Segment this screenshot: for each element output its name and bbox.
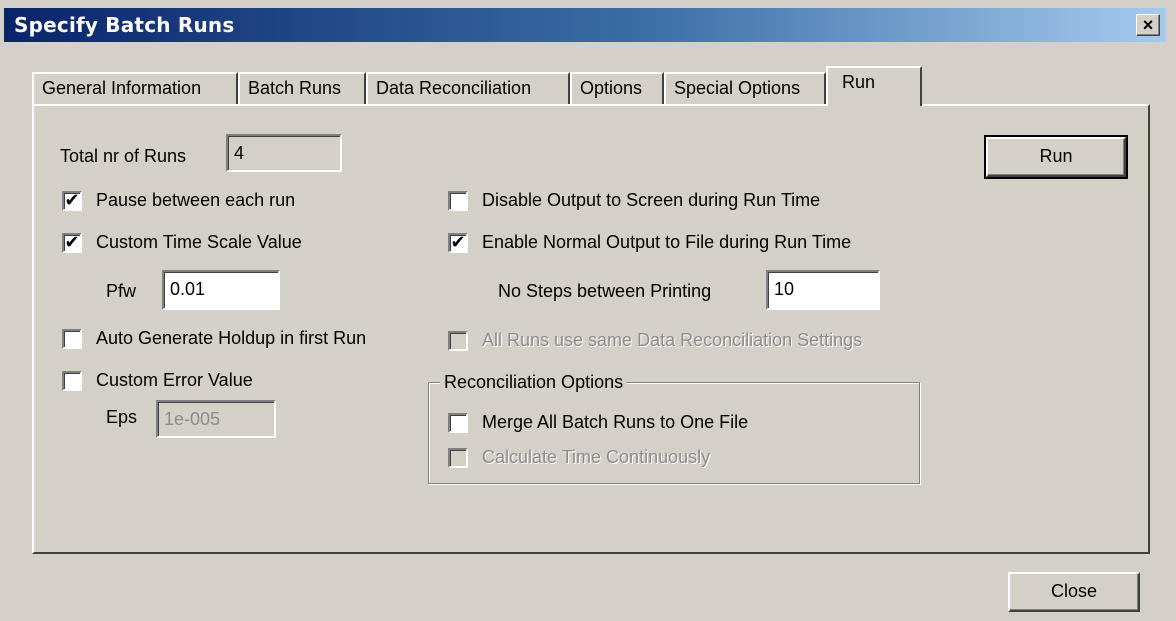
disable-output-checkbox[interactable]	[448, 191, 468, 211]
tab-label: Options	[580, 78, 643, 98]
close-button[interactable]: Close	[1008, 572, 1140, 612]
tab-label: Batch Runs	[248, 78, 342, 98]
reconciliation-options-group	[428, 382, 920, 484]
auto-holdup-checkbox[interactable]	[62, 329, 82, 349]
total-runs-label: Total nr of Runs	[60, 146, 187, 166]
run-button[interactable]: Run	[984, 135, 1128, 179]
calculate-continuous-checkbox[interactable]	[448, 448, 468, 468]
window-title: Specify Batch Runs	[14, 13, 235, 37]
eps-input[interactable]: 1e-005	[156, 400, 276, 438]
tab-options[interactable]: Options	[570, 72, 664, 104]
custom-error-checkbox[interactable]	[62, 371, 82, 391]
merge-runs-checkbox[interactable]	[448, 413, 468, 433]
auto-holdup-label: Auto Generate Holdup in first Run	[96, 328, 367, 348]
close-window-icon[interactable]: ×	[1136, 14, 1160, 36]
same-settings-label: All Runs use same Data Reconciliation Se…	[482, 330, 863, 350]
pfw-input[interactable]: 0.01	[162, 270, 280, 310]
total-runs-field: 4	[226, 134, 342, 172]
tab-data-reconciliation[interactable]: Data Reconciliation	[366, 72, 570, 104]
pfw-label: Pfw	[106, 281, 137, 301]
tab-label: Run	[842, 72, 876, 92]
calculate-continuous-label: Calculate Time Continuously	[482, 447, 711, 467]
tab-label: Data Reconciliation	[376, 78, 532, 98]
eps-label: Eps	[106, 407, 138, 427]
tab-general-information[interactable]: General Information	[32, 72, 238, 104]
steps-input[interactable]: 10	[766, 270, 880, 310]
disable-output-label: Disable Output to Screen during Run Time	[482, 190, 821, 210]
tab-run[interactable]: Run	[826, 66, 922, 106]
enable-output-checkbox[interactable]: ✔	[448, 233, 468, 253]
steps-label: No Steps between Printing	[498, 281, 712, 301]
custom-time-scale-label: Custom Time Scale Value	[96, 232, 302, 252]
title-bar[interactable]: Specify Batch Runs ×	[4, 8, 1166, 42]
reconciliation-options-title: Reconciliation Options	[440, 372, 628, 392]
tab-special-options[interactable]: Special Options	[664, 72, 826, 104]
same-settings-checkbox[interactable]	[448, 331, 468, 351]
merge-runs-label: Merge All Batch Runs to One File	[482, 412, 749, 432]
tab-label: General Information	[42, 78, 202, 98]
pause-label: Pause between each run	[96, 190, 296, 210]
custom-time-scale-checkbox[interactable]: ✔	[62, 233, 82, 253]
tab-label: Special Options	[674, 78, 801, 98]
tab-batch-runs[interactable]: Batch Runs	[238, 72, 366, 104]
custom-error-label: Custom Error Value	[96, 370, 253, 390]
specify-batch-runs-dialog: Specify Batch Runs × General Information…	[0, 0, 1176, 621]
enable-output-label: Enable Normal Output to File during Run …	[482, 232, 852, 252]
pause-checkbox[interactable]: ✔	[62, 191, 82, 211]
